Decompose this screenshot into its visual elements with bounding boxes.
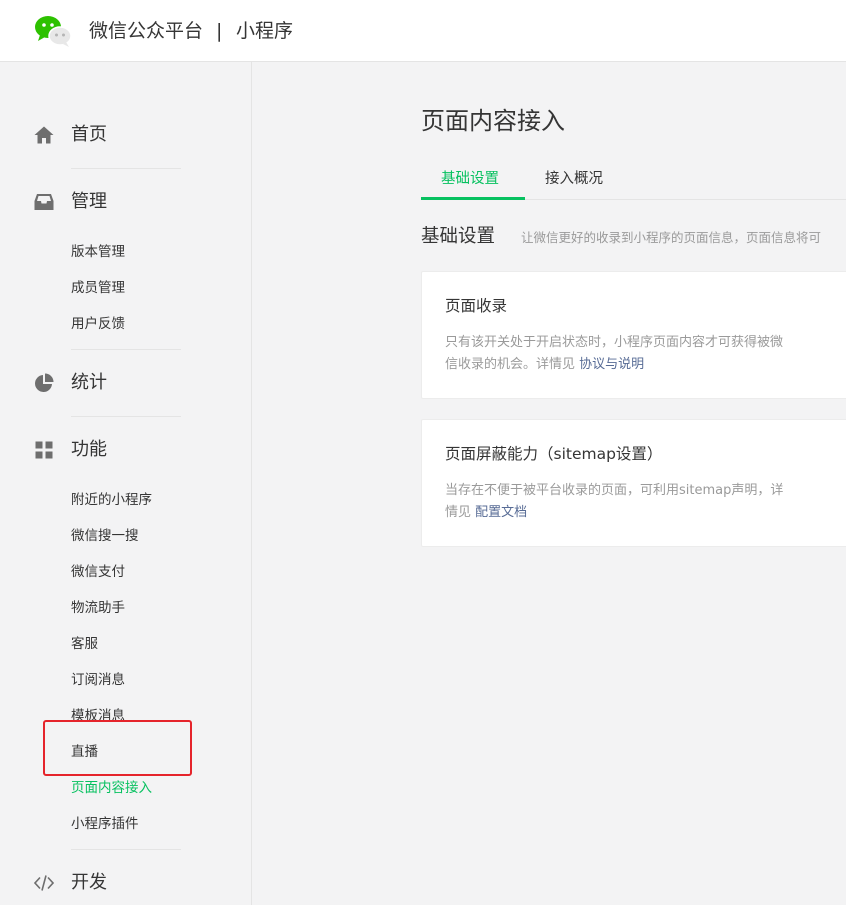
section-description: 让微信更好的收录到小程序的页面信息，页面信息将可 (521, 230, 822, 245)
sidebar-item-customer-service[interactable]: 客服 (71, 634, 98, 654)
sidebar-item-subscription-message[interactable]: 订阅消息 (71, 670, 125, 690)
agreement-link[interactable]: 协议与说明 (579, 357, 644, 372)
sidebar-item-page-content-access[interactable]: 页面内容接入 (71, 778, 152, 798)
card-title: 页面屏蔽能力（sitemap设置） (445, 445, 663, 463)
sidebar-item-label: 管理 (71, 191, 107, 212)
sidebar-item-version-manage[interactable]: 版本管理 (71, 242, 125, 262)
tab-access-overview[interactable]: 接入概况 (545, 168, 603, 190)
sidebar-item-logistics-assistant[interactable]: 物流助手 (71, 598, 125, 618)
tab-basic-settings[interactable]: 基础设置 (441, 168, 499, 190)
section-title: 基础设置 (421, 226, 496, 247)
sidebar-divider (71, 349, 181, 350)
page-title: 页面内容接入 (421, 107, 565, 135)
sidebar-item-member-manage[interactable]: 成员管理 (71, 278, 125, 298)
sidebar-item-nearby-miniprogram[interactable]: 附近的小程序 (71, 490, 152, 510)
sidebar-divider (71, 849, 181, 850)
sidebar-item-user-feedback[interactable]: 用户反馈 (71, 314, 125, 334)
home-icon (34, 126, 54, 144)
card-title: 页面收录 (445, 297, 508, 315)
sidebar-item-manage[interactable]: 管理 (0, 187, 252, 217)
sidebar-item-miniprogram-plugin[interactable]: 小程序插件 (71, 814, 139, 834)
sidebar-divider (71, 416, 181, 417)
sidebar-item-label: 功能 (71, 439, 107, 460)
inbox-icon (34, 194, 54, 210)
top-bar: 微信公众平台 | 小程序 (0, 0, 846, 62)
page-indexing-card: 页面收录 只有该开关处于开启状态时，小程序页面内容才可获得被微信收录的机会。详情… (421, 271, 846, 399)
sidebar-item-wechat-pay[interactable]: 微信支付 (71, 562, 125, 582)
platform-title[interactable]: 微信公众平台 (89, 17, 203, 45)
grid-icon (35, 441, 53, 459)
sidebar-item-label: 开发 (71, 872, 107, 893)
sidebar-item-stats[interactable]: 统计 (0, 368, 252, 398)
sidebar-item-label: 首页 (71, 124, 107, 145)
annotation-highlight-box (43, 720, 192, 776)
platform-subtitle: 小程序 (236, 20, 294, 42)
config-docs-link[interactable]: 配置文档 (475, 505, 527, 520)
card-description: 当存在不便于被平台收录的页面，可利用sitemap声明，详情见 配置文档 (445, 480, 790, 524)
code-icon (34, 875, 54, 891)
sidebar-item-features[interactable]: 功能 (0, 435, 252, 465)
tab-bar: 基础设置 接入概况 (421, 160, 846, 200)
sidebar-item-wechat-search[interactable]: 微信搜一搜 (71, 526, 139, 546)
sitemap-settings-card: 页面屏蔽能力（sitemap设置） 当存在不便于被平台收录的页面，可利用site… (421, 419, 846, 547)
sidebar-item-dev[interactable]: 开发 (0, 868, 252, 898)
sidebar-divider (71, 168, 181, 169)
wechat-logo-icon[interactable] (34, 14, 72, 48)
card-description: 只有该开关处于开启状态时，小程序页面内容才可获得被微信收录的机会。详情见 协议与… (445, 332, 790, 376)
sidebar-item-home[interactable]: 首页 (0, 120, 252, 150)
title-separator: | (216, 20, 223, 42)
sidebar-item-label: 统计 (71, 372, 107, 393)
pie-chart-icon (35, 373, 54, 392)
active-tab-indicator (421, 197, 525, 200)
